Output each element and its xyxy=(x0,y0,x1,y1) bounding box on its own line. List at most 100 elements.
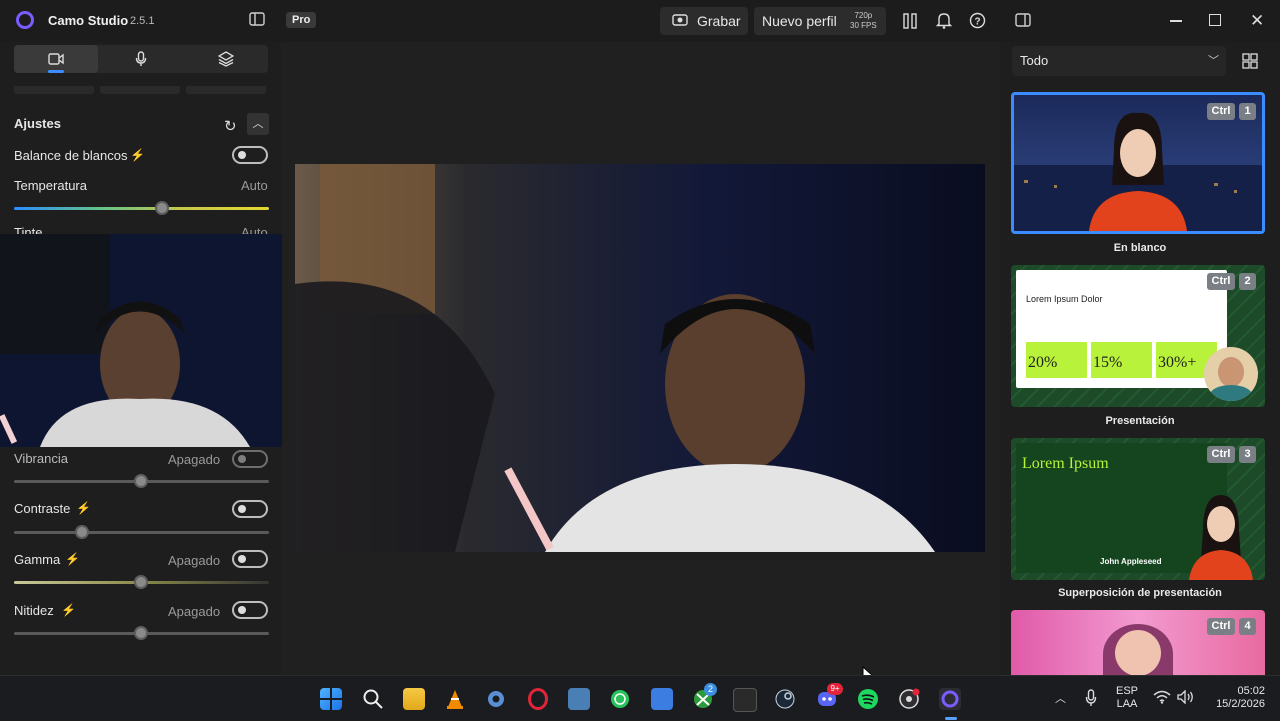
scenes-panel: Todo ﹀ Ctrl 1 En blanco Lorem Ipsum Dolo… xyxy=(1000,42,1280,675)
bolt-icon: ⚡ xyxy=(130,148,145,162)
contrast-slider[interactable] xyxy=(14,531,269,534)
scene-filter-dropdown[interactable]: Todo ﹀ xyxy=(1012,46,1226,76)
subtab-3[interactable] xyxy=(186,86,266,94)
reset-icon[interactable]: ↻ xyxy=(224,117,237,135)
keyboard-layout: LAA xyxy=(1116,698,1138,710)
subtab-2[interactable] xyxy=(100,86,180,94)
format-indicator: 720p 30 FPS xyxy=(850,11,877,31)
filter-label: Todo xyxy=(1020,53,1049,68)
help-icon[interactable]: ? xyxy=(969,12,986,34)
close-button[interactable]: ✕ xyxy=(1250,11,1264,31)
chevron-up-icon[interactable]: ︿ xyxy=(1055,690,1066,706)
setting-label-white-balance: Balance de blancos xyxy=(14,148,128,163)
bolt-icon: ⚡ xyxy=(61,603,76,617)
stat-box-1: 20% xyxy=(1026,342,1087,378)
time: 05:02 xyxy=(1237,685,1265,697)
date: 15/2/2026 xyxy=(1216,698,1265,710)
profile-button[interactable]: Nuevo perfil 720p 30 FPS xyxy=(754,7,886,35)
gamma-slider-thumb[interactable] xyxy=(134,575,148,589)
gamma-toggle[interactable] xyxy=(232,550,268,568)
minimize-button[interactable] xyxy=(1170,20,1182,22)
collapse-button[interactable]: ︿ xyxy=(247,113,269,135)
wifi-icon[interactable] xyxy=(1153,690,1171,709)
record-button[interactable]: Grabar xyxy=(660,7,748,35)
microphone-icon xyxy=(135,51,147,66)
slide-preview: Lorem Ipsum Dolor 20% 15% 30%+ xyxy=(1016,270,1227,388)
shortcut-key: Ctrl xyxy=(1207,446,1235,463)
shortcut-number: 2 xyxy=(1239,273,1256,290)
shortcut-key: Ctrl xyxy=(1207,103,1235,120)
scene-label-3: Superposición de presentación xyxy=(1058,587,1222,599)
webcam-image xyxy=(0,234,282,447)
settings-icon[interactable] xyxy=(485,688,507,710)
xbox-badge: 2 xyxy=(704,683,717,696)
pro-badge: Pro xyxy=(286,12,317,28)
setting-label-sharpness: Nitidez xyxy=(14,603,54,618)
shortcut-number: 1 xyxy=(1239,103,1256,120)
language-indicator[interactable]: ESP LAA xyxy=(1115,685,1139,711)
setting-label-vibrance: Vibrancia xyxy=(14,451,68,466)
clock[interactable]: 05:02 15/2/2026 xyxy=(1203,685,1265,711)
vlc-icon[interactable] xyxy=(444,688,466,710)
camo-icon[interactable] xyxy=(939,688,961,710)
scene-card-2[interactable]: Lorem Ipsum Dolor 20% 15% 30%+ Ctrl 2 xyxy=(1011,265,1265,407)
tab-audio[interactable] xyxy=(99,45,183,73)
store-icon[interactable] xyxy=(651,688,673,710)
sidebar-toggle-icon[interactable] xyxy=(249,12,265,29)
tab-layers[interactable] xyxy=(184,45,268,73)
shortcut-number: 4 xyxy=(1239,618,1256,635)
microphone-icon[interactable] xyxy=(1085,689,1097,712)
video-camera-icon xyxy=(48,53,64,65)
app-icon[interactable] xyxy=(568,688,590,710)
spotify-icon[interactable] xyxy=(857,688,879,710)
profile-label: Nuevo perfil xyxy=(762,13,837,29)
sharpness-toggle[interactable] xyxy=(232,601,268,619)
maximize-button[interactable] xyxy=(1209,14,1221,26)
temperature-value: Auto xyxy=(241,178,268,193)
shortcut-key: Ctrl xyxy=(1207,273,1235,290)
whatsapp-icon[interactable] xyxy=(609,688,631,710)
epic-games-icon[interactable] xyxy=(733,688,757,712)
source-tabs xyxy=(14,45,268,73)
white-balance-toggle[interactable] xyxy=(232,146,268,164)
sharpness-slider-thumb[interactable] xyxy=(134,626,148,640)
tab-video[interactable] xyxy=(14,45,98,73)
discord-badge: 9+ xyxy=(827,683,843,695)
temperature-slider-thumb[interactable] xyxy=(155,201,169,215)
camo-logo-icon xyxy=(16,11,34,29)
presenter-image xyxy=(1189,495,1253,580)
sharpness-value: Apagado xyxy=(168,604,221,619)
vibrance-slider-thumb[interactable] xyxy=(134,474,148,488)
volume-icon[interactable] xyxy=(1177,689,1195,709)
section-title: Ajustes xyxy=(14,116,61,131)
presenter-avatar xyxy=(1204,347,1258,401)
bolt-icon: ⚡ xyxy=(65,552,80,566)
layers-icon xyxy=(217,51,235,67)
stat-box-2: 15% xyxy=(1091,342,1152,378)
grid-view-icon[interactable] xyxy=(1242,53,1258,74)
contrast-slider-thumb[interactable] xyxy=(75,525,89,539)
pause-icon[interactable] xyxy=(903,13,917,34)
bell-icon[interactable] xyxy=(935,12,953,34)
search-icon[interactable] xyxy=(362,688,384,710)
file-explorer-icon[interactable] xyxy=(403,688,425,710)
scene-card-4[interactable]: Ctrl 4 xyxy=(1011,610,1265,675)
app-name: Camo Studio xyxy=(48,13,129,28)
subtabs xyxy=(14,86,268,96)
scene-card-1[interactable]: Ctrl 1 xyxy=(1011,92,1265,234)
subtab-1[interactable] xyxy=(14,86,94,94)
contrast-toggle[interactable] xyxy=(232,500,268,518)
start-icon[interactable] xyxy=(320,688,342,710)
scene-card-3[interactable]: Lorem Ipsum John Appleseed Ctrl 3 xyxy=(1011,438,1265,580)
steam-icon[interactable] xyxy=(774,688,796,710)
opera-icon[interactable] xyxy=(527,688,549,710)
resolution-label: 720p xyxy=(854,11,873,20)
taskbar: 2 9+ ︿ ESP LAA 05:02 15/2/2026 xyxy=(0,675,1280,721)
webcam-overlay xyxy=(0,234,282,447)
vibrance-toggle[interactable] xyxy=(232,450,268,468)
vibrance-value: Apagado xyxy=(168,452,221,467)
obs-icon[interactable] xyxy=(898,688,920,710)
panel-toggle-icon[interactable] xyxy=(1015,13,1031,32)
temperature-slider[interactable] xyxy=(14,207,269,210)
language-code: ESP xyxy=(1115,685,1138,697)
